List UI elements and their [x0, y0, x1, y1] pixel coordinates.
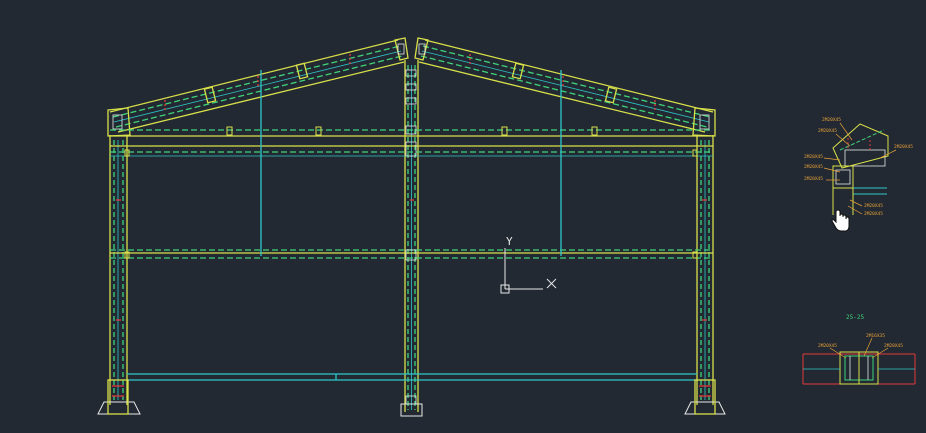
detail-top-label-4: 2M20X45 — [804, 154, 823, 160]
detail-top-label-8: 2M20X45 — [864, 211, 883, 217]
detail-bottom-label-2: 2M16X35 — [866, 333, 885, 339]
left-rafter — [109, 39, 405, 133]
detail-top-label-6: 2M20X45 — [804, 176, 823, 182]
ucs-y-label: Y — [506, 235, 513, 248]
cad-drawing-canvas[interactable]: Y 2M20X45 2M20X45 2M20X45 2M20X45 2M20X4… — [0, 0, 926, 429]
detail-top-label-3: 2M20X45 — [894, 144, 913, 150]
rafter-stiffeners — [203, 62, 618, 104]
detail-top-label-5: 2M20X45 — [804, 164, 823, 170]
detail-eave-connection: 2M20X45 2M20X45 2M20X45 2M20X45 2M20X45 … — [804, 117, 913, 217]
detail-bottom-label-1: 2M20X45 — [818, 343, 837, 349]
left-base-plate — [97, 379, 141, 415]
bottom-beam — [127, 373, 697, 381]
detail-top-label-7: 2M20X45 — [864, 203, 883, 209]
right-column — [696, 135, 714, 405]
detail-bottom-label-3: 2M20X45 — [884, 343, 903, 349]
center-column — [404, 60, 419, 412]
detail-section-25-25: 25-25 2M20X45 2M16X35 2M20X45 — [802, 314, 916, 385]
hand-cursor-icon — [831, 209, 850, 232]
left-column — [109, 135, 128, 405]
right-rafter — [418, 39, 714, 133]
detail-top-label-2: 2M20X45 — [818, 128, 837, 134]
cad-drawing-svg[interactable]: Y 2M20X45 2M20X45 2M20X45 2M20X45 2M20X4… — [0, 0, 926, 429]
portal-frame-elevation — [97, 37, 726, 417]
detail-section-label: 25-25 — [846, 314, 864, 321]
ucs-icon: Y — [500, 235, 557, 294]
detail-top-label-1: 2M20X45 — [822, 117, 841, 123]
